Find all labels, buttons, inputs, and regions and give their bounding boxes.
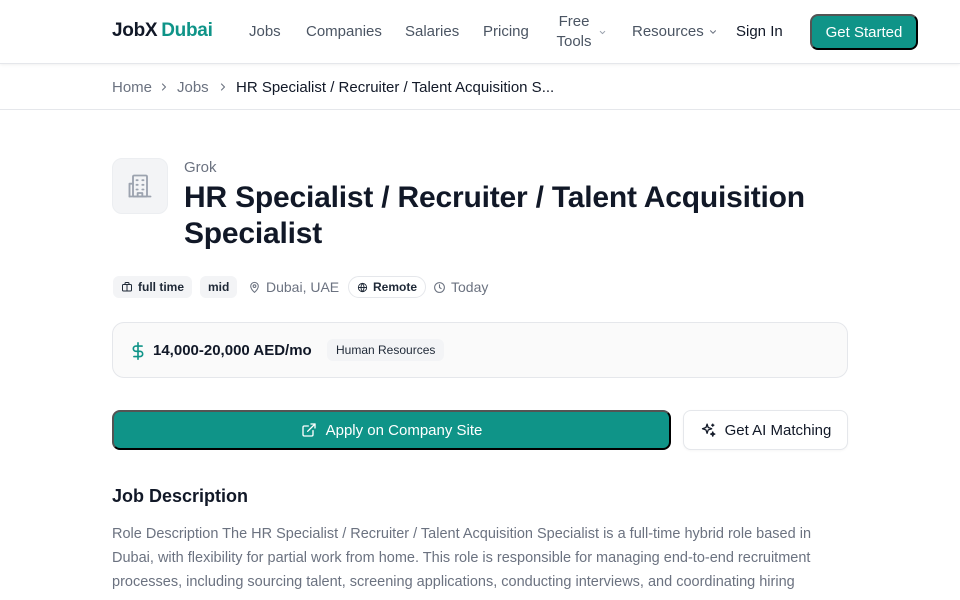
location-label: Dubai, UAE: [266, 279, 340, 295]
employment-type-badge: full time: [113, 276, 193, 298]
employment-type-label: full time: [138, 280, 185, 294]
external-link-icon: [301, 423, 316, 437]
clock-icon: [434, 281, 445, 293]
breadcrumb-current: HR Specialist / Recruiter / Talent Acqui…: [236, 79, 555, 96]
breadcrumb: Home Jobs HR Specialist / Recruiter / Ta…: [0, 65, 960, 110]
category-badge: Human Resources: [327, 339, 445, 361]
nav-resources-dropdown[interactable]: Resources: [632, 23, 704, 40]
location-meta: Dubai, UAE: [248, 279, 339, 295]
salary-card: 14,000-20,000 AED/mo Human Resources: [112, 322, 848, 378]
nav-jobs-link[interactable]: Jobs: [249, 23, 281, 40]
company-name[interactable]: Grok: [184, 159, 217, 176]
posted-meta: Today: [433, 279, 488, 295]
level-label: mid: [208, 280, 230, 294]
globe-icon: [357, 282, 368, 292]
level-badge: mid: [200, 276, 238, 298]
sign-in-link[interactable]: Sign In: [736, 23, 783, 40]
job-description-heading: Job Description: [112, 486, 249, 506]
site-logo[interactable]: JobX Dubai: [112, 20, 213, 42]
nav-free-tools-label-line2: Tools: [556, 33, 592, 50]
chevron-down-icon: [709, 30, 717, 34]
breadcrumb-home-link[interactable]: Home: [112, 79, 152, 96]
chevron-down-icon: [599, 30, 606, 35]
nav-pricing-link[interactable]: Pricing: [483, 23, 529, 40]
chevron-right-icon: [220, 83, 226, 91]
chevron-right-icon: [161, 83, 167, 91]
logo-text-dubai: Dubai: [161, 20, 213, 41]
work-mode-label: Remote: [373, 280, 418, 294]
dollar-icon: [132, 342, 144, 360]
work-mode-badge: Remote: [348, 276, 427, 298]
breadcrumb-jobs-link[interactable]: Jobs: [177, 79, 209, 96]
logo-text-jobx: JobX: [112, 20, 158, 41]
nav-free-tools-label-line1: Free: [558, 13, 590, 30]
job-title: HR Specialist / Recruiter / Talent Acqui…: [184, 181, 805, 250]
get-started-button[interactable]: Get Started: [810, 14, 918, 50]
sparkles-icon: [701, 422, 716, 437]
posted-label: Today: [451, 279, 489, 295]
ai-matching-label: Get AI Matching: [724, 421, 832, 439]
job-description-text: Role Description The HR Specialist / Rec…: [112, 526, 812, 590]
company-logo: [112, 158, 168, 214]
nav-salaries-link[interactable]: Salaries: [405, 23, 459, 40]
salary-range: 14,000-20,000 AED/mo: [153, 342, 312, 359]
building-icon: [128, 174, 152, 198]
nav-free-tools-dropdown[interactable]: Free Tools: [554, 12, 594, 52]
apply-on-company-site-button[interactable]: Apply on Company Site: [112, 410, 671, 450]
top-navbar: JobX Dubai Jobs Companies Salaries Pricin…: [0, 0, 960, 64]
map-pin-icon: [250, 281, 259, 293]
nav-companies-link[interactable]: Companies: [306, 23, 382, 40]
get-ai-matching-button[interactable]: Get AI Matching: [683, 410, 848, 450]
apply-button-label: Apply on Company Site: [325, 421, 483, 439]
briefcase-icon: [122, 282, 132, 292]
